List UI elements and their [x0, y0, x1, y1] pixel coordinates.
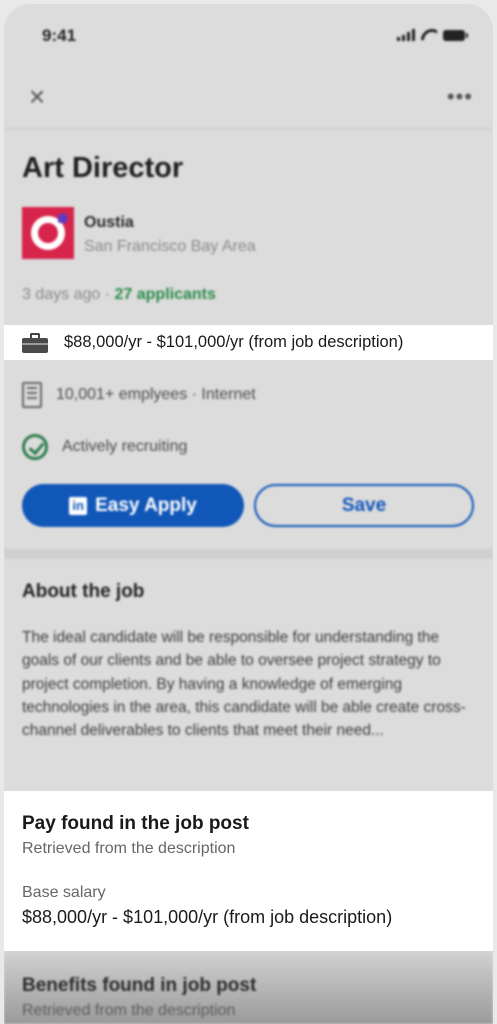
section-divider [4, 549, 493, 559]
wifi-icon [421, 29, 437, 41]
signal-icon [397, 29, 415, 41]
salary-text: $88,000/yr - $101,000/yr (from job descr… [64, 333, 404, 351]
save-button[interactable]: Save [254, 484, 474, 527]
salary-highlight-row: $88,000/yr - $101,000/yr (from job descr… [4, 325, 493, 360]
base-salary-label: Base salary [22, 884, 106, 901]
linkedin-icon: in [69, 496, 88, 515]
job-title: Art Director [22, 152, 184, 184]
about-title: About the job [22, 581, 145, 602]
status-icons [397, 29, 468, 41]
pay-card-subtitle: Retrieved from the description [22, 840, 236, 857]
benefits-title: Benefits found in job post [22, 975, 257, 996]
more-icon[interactable]: ••• [447, 84, 473, 110]
company-size-row: 10,001+ emplyees · Internet [22, 382, 256, 408]
company-size-text: 10,001+ emplyees · Internet [56, 386, 256, 403]
status-time: 9:41 [42, 26, 77, 45]
recruiting-row: Actively recruiting [22, 434, 187, 460]
base-salary-value: $88,000/yr - $101,000/yr (from job descr… [22, 907, 393, 927]
easy-apply-button[interactable]: in Easy Apply [22, 484, 244, 527]
status-bar: 9:41 [4, 4, 493, 68]
pay-card: Pay found in the job post Retrieved from… [4, 791, 493, 951]
post-meta: 3 days ago · 27 applicants [22, 286, 216, 304]
recruiting-text: Actively recruiting [62, 438, 188, 455]
applicants-count: 27 applicants [114, 286, 216, 303]
posted-time: 3 days ago [22, 286, 101, 303]
pay-card-title: Pay found in the job post [22, 813, 249, 834]
benefits-section: Benefits found in job post Retrieved fro… [4, 951, 493, 1024]
logo-ring [31, 214, 67, 250]
nav-divider [4, 128, 493, 130]
battery-icon [443, 29, 468, 41]
company-logo[interactable] [22, 207, 74, 259]
building-icon [22, 382, 42, 408]
briefcase-icon [22, 332, 48, 353]
company-name[interactable]: Oustia [84, 214, 134, 232]
easy-apply-label: Easy Apply [95, 494, 197, 516]
about-text: The ideal candidate will be responsible … [22, 629, 466, 740]
close-icon[interactable]: × [22, 82, 52, 112]
recruiting-check-icon [22, 434, 48, 460]
company-location: San Francisco Bay Area [84, 238, 256, 255]
benefits-subtitle: Retrieved from the description [22, 1002, 236, 1019]
phone-screen: 9:41 × ••• Art Director Oustia San Franc… [4, 4, 493, 1024]
meta-separator: · [100, 286, 115, 303]
